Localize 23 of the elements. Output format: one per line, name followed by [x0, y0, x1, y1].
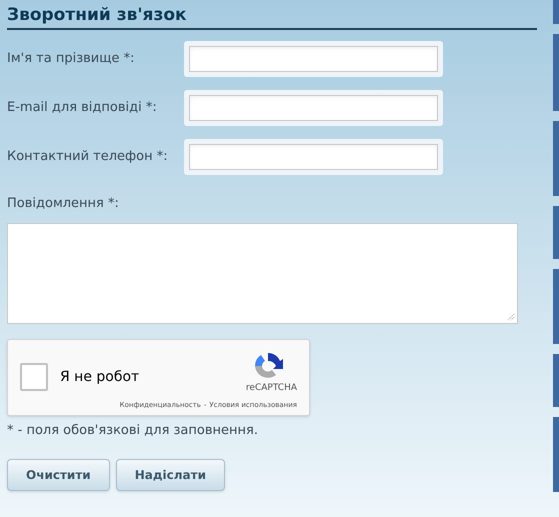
side-tab[interactable] — [553, 121, 559, 196]
field-label: E-mail для відповіді *: — [7, 99, 158, 118]
required-note: * - поля обов'язкові для заповнення. — [7, 422, 259, 440]
field-label: Ім'я та прізвище *: — [7, 50, 136, 68]
input-field[interactable] — [184, 90, 443, 126]
page-title: Зворотний зв'язок — [7, 3, 537, 30]
captcha-brand: reCAPTCHA — [246, 382, 297, 394]
form-button[interactable]: Надіслати — [116, 459, 225, 491]
input-field[interactable] — [184, 139, 443, 175]
side-tab[interactable] — [553, 34, 559, 111]
message-field[interactable] — [7, 222, 518, 324]
side-tab[interactable] — [553, 269, 559, 344]
input-field[interactable] — [184, 41, 443, 77]
form-button[interactable]: Очистити — [7, 459, 110, 491]
captcha-checkbox[interactable] — [20, 363, 48, 391]
side-tab[interactable] — [553, 0, 559, 24]
side-tab[interactable] — [553, 354, 559, 407]
side-tab[interactable] — [553, 206, 559, 259]
field-label: Повідомлення *: — [7, 195, 120, 213]
captcha-label: Я не робот — [60, 368, 140, 386]
side-tab[interactable] — [553, 417, 559, 492]
field-label: Контактний телефон *: — [7, 148, 169, 166]
resize-grip-icon — [507, 312, 515, 320]
